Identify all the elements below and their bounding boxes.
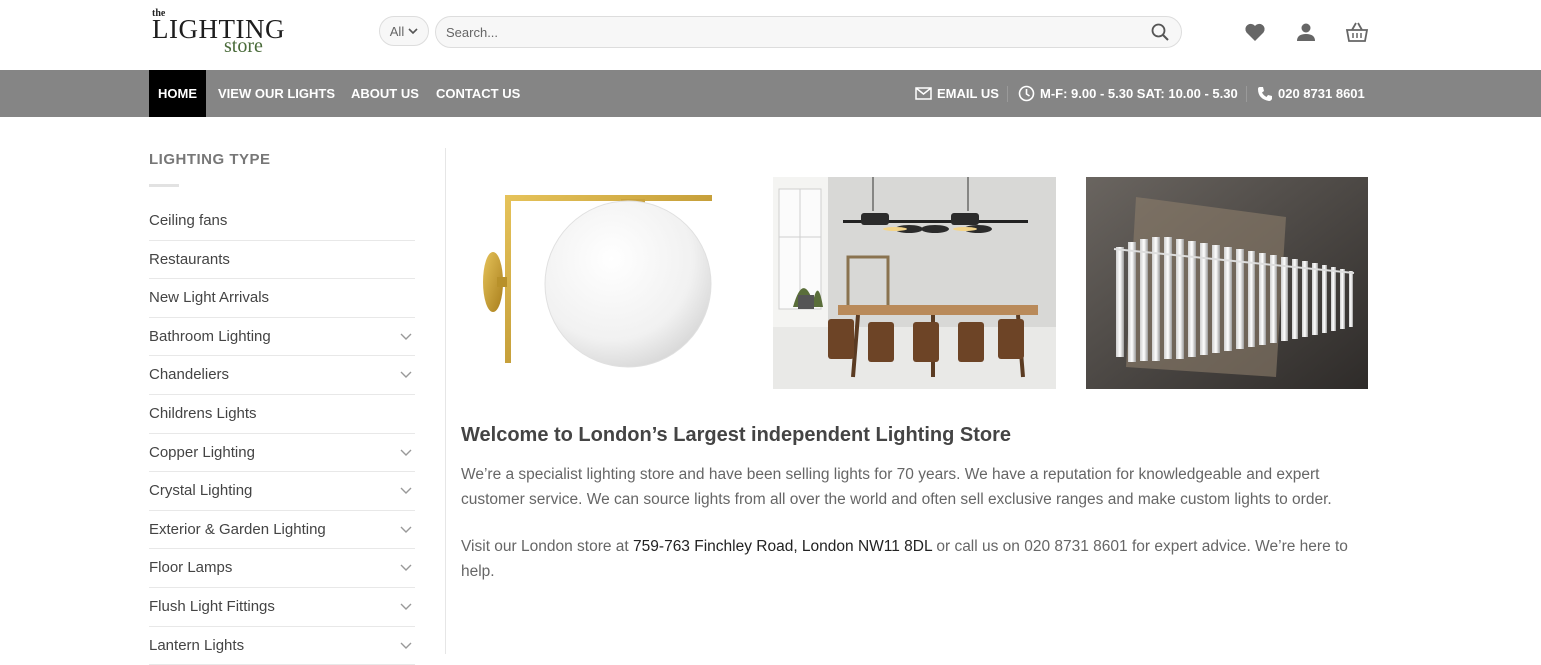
chevron-down-icon[interactable] [400, 370, 412, 380]
chevron-down-icon [408, 28, 418, 35]
chevron-down-icon[interactable] [400, 332, 412, 342]
search-input[interactable] [435, 16, 1182, 48]
chevron-down-icon[interactable] [400, 448, 412, 458]
category-label: Flush Light Fittings [149, 597, 275, 615]
chevron-down-icon[interactable] [400, 563, 412, 573]
nav-view-our-lights[interactable]: VIEW OUR LIGHTS [218, 70, 335, 117]
search-bar: All [379, 16, 1182, 48]
nav-divider [1246, 86, 1247, 102]
nav-divider [1007, 86, 1008, 102]
logo-lighting: LIGHTING [152, 14, 285, 44]
nav-contact-us[interactable]: CONTACT US [436, 70, 520, 117]
category-item-new-light-arrivals[interactable]: New Light Arrivals [149, 279, 415, 318]
category-item-childrens-lights[interactable]: Childrens Lights [149, 395, 415, 434]
category-label: Exterior & Garden Lighting [149, 520, 326, 538]
category-label: Chandeliers [149, 366, 230, 384]
email-us-link[interactable]: EMAIL US [915, 70, 999, 117]
category-label: Lantern Lights [149, 636, 245, 654]
search-icon[interactable] [1150, 22, 1170, 42]
product-image-globe-wall-light[interactable] [461, 177, 744, 389]
sidebar-title: LIGHTING TYPE [149, 151, 271, 168]
phone-label: 020 8731 8601 [1278, 86, 1365, 101]
clock-icon [1018, 85, 1035, 102]
category-label: New Light Arrivals [149, 289, 270, 307]
main-nav: HOME VIEW OUR LIGHTS ABOUT US CONTACT US… [0, 70, 1541, 117]
category-label: Copper Lighting [149, 443, 255, 461]
category-item-flush-light-fittings[interactable]: Flush Light Fittings [149, 588, 415, 627]
chevron-down-icon[interactable] [400, 486, 412, 496]
store-address: 759-763 Finchley Road, London NW11 8DL [633, 538, 933, 555]
category-label: Bathroom Lighting [149, 327, 271, 345]
category-item-ceiling-fans[interactable]: Ceiling fans [149, 202, 415, 241]
category-label: Restaurants [149, 250, 230, 268]
email-us-label: EMAIL US [937, 86, 999, 101]
sidebar-title-divider [149, 184, 179, 187]
opening-hours-label: M-F: 9.00 - 5.30 SAT: 10.00 - 5.30 [1040, 86, 1238, 101]
heart-icon[interactable] [1243, 20, 1267, 44]
category-item-crystal-lighting[interactable]: Crystal Lighting [149, 472, 415, 511]
category-label: Childrens Lights [149, 404, 257, 422]
product-image-dining-pendant[interactable] [773, 177, 1056, 389]
category-item-bathroom-lighting[interactable]: Bathroom Lighting [149, 318, 415, 357]
category-item-lantern-lights[interactable]: Lantern Lights [149, 627, 415, 665]
category-item-copper-lighting[interactable]: Copper Lighting [149, 434, 415, 473]
basket-icon[interactable] [1345, 20, 1369, 44]
site-header: the LIGHTING store All [0, 0, 1541, 70]
chevron-down-icon[interactable] [400, 602, 412, 612]
category-item-restaurants[interactable]: Restaurants [149, 241, 415, 280]
category-list: Ceiling fans Restaurants New Light Arriv… [149, 202, 415, 665]
category-label: Floor Lamps [149, 559, 233, 577]
search-category-label: All [389, 23, 405, 39]
category-label: Ceiling fans [149, 212, 228, 229]
category-item-chandeliers[interactable]: Chandeliers [149, 356, 415, 395]
product-image-crystal-chandelier[interactable] [1086, 177, 1368, 389]
welcome-heading: Welcome to London’s Largest independent … [461, 424, 1012, 446]
category-label: Crystal Lighting [149, 482, 253, 500]
nav-about-us[interactable]: ABOUT US [351, 70, 419, 117]
envelope-icon [915, 87, 932, 100]
intro-paragraph: We’re a specialist lighting store and ha… [461, 466, 1332, 508]
phone-link[interactable]: 020 8731 8601 [1257, 70, 1365, 117]
category-item-floor-lamps[interactable]: Floor Lamps [149, 549, 415, 588]
category-item-exterior-garden-lighting[interactable]: Exterior & Garden Lighting [149, 511, 415, 550]
user-icon[interactable] [1294, 20, 1318, 44]
chevron-down-icon[interactable] [400, 641, 412, 651]
content-divider [445, 148, 446, 654]
visit-paragraph: Visit our London store at 759-763 Finchl… [461, 534, 1371, 584]
logo-store: store [224, 35, 263, 57]
opening-hours: M-F: 9.00 - 5.30 SAT: 10.00 - 5.30 [1018, 70, 1238, 117]
site-logo[interactable]: the LIGHTING store [150, 8, 285, 58]
phone-icon [1258, 86, 1272, 101]
visit-prefix: Visit our London store at [461, 538, 634, 555]
nav-home[interactable]: HOME [149, 70, 206, 117]
chevron-down-icon[interactable] [400, 525, 412, 535]
search-category-select[interactable]: All [379, 16, 429, 46]
